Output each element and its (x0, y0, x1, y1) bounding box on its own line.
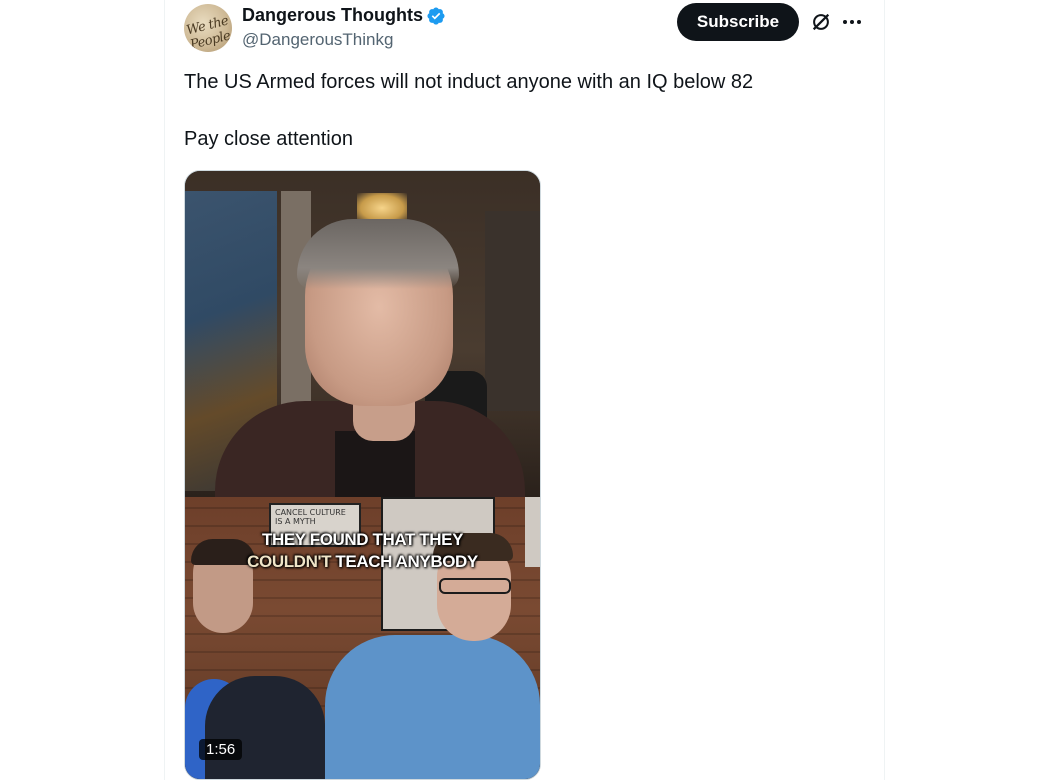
more-horizontal-icon[interactable] (840, 10, 864, 34)
video-player[interactable]: CANCEL CULTURE IS A MYTH THEY FOUND THAT… (184, 170, 541, 780)
grok-icon[interactable] (810, 11, 832, 33)
background-shelf (485, 211, 540, 411)
post-text-line-2: Pay close attention (184, 128, 353, 150)
user-handle[interactable]: @DangerousThinkg (242, 30, 393, 50)
subscribe-button[interactable]: Subscribe (677, 3, 799, 41)
post-text-line-1: The US Armed forces will not induct anyo… (184, 71, 754, 93)
guest-right-glasses (439, 578, 511, 594)
poster-text: CANCEL CULTURE IS A MYTH (275, 508, 346, 526)
caption-line-1: THEY FOUND THAT THEY (261, 530, 464, 549)
speaker-hair (297, 219, 459, 289)
more-dots-icon (843, 20, 861, 24)
avatar[interactable]: We the People (184, 4, 232, 52)
verified-badge-icon (427, 7, 445, 25)
video-caption: THEY FOUND THAT THEY COULDN'T TEACH ANYB… (185, 529, 540, 573)
caption-highlight: COULDN'T (247, 552, 332, 571)
speaker-shirt (335, 431, 415, 501)
video-top-panel (185, 171, 540, 511)
caption-line-2: COULDN'T TEACH ANYBODY (185, 551, 540, 573)
display-name[interactable]: Dangerous Thoughts (242, 5, 423, 26)
video-duration-badge: 1:56 (199, 739, 243, 760)
guest-right-shirt (325, 635, 540, 779)
caption-rest: TEACH ANYBODY (335, 552, 478, 571)
guest-left-jacket (205, 676, 325, 779)
